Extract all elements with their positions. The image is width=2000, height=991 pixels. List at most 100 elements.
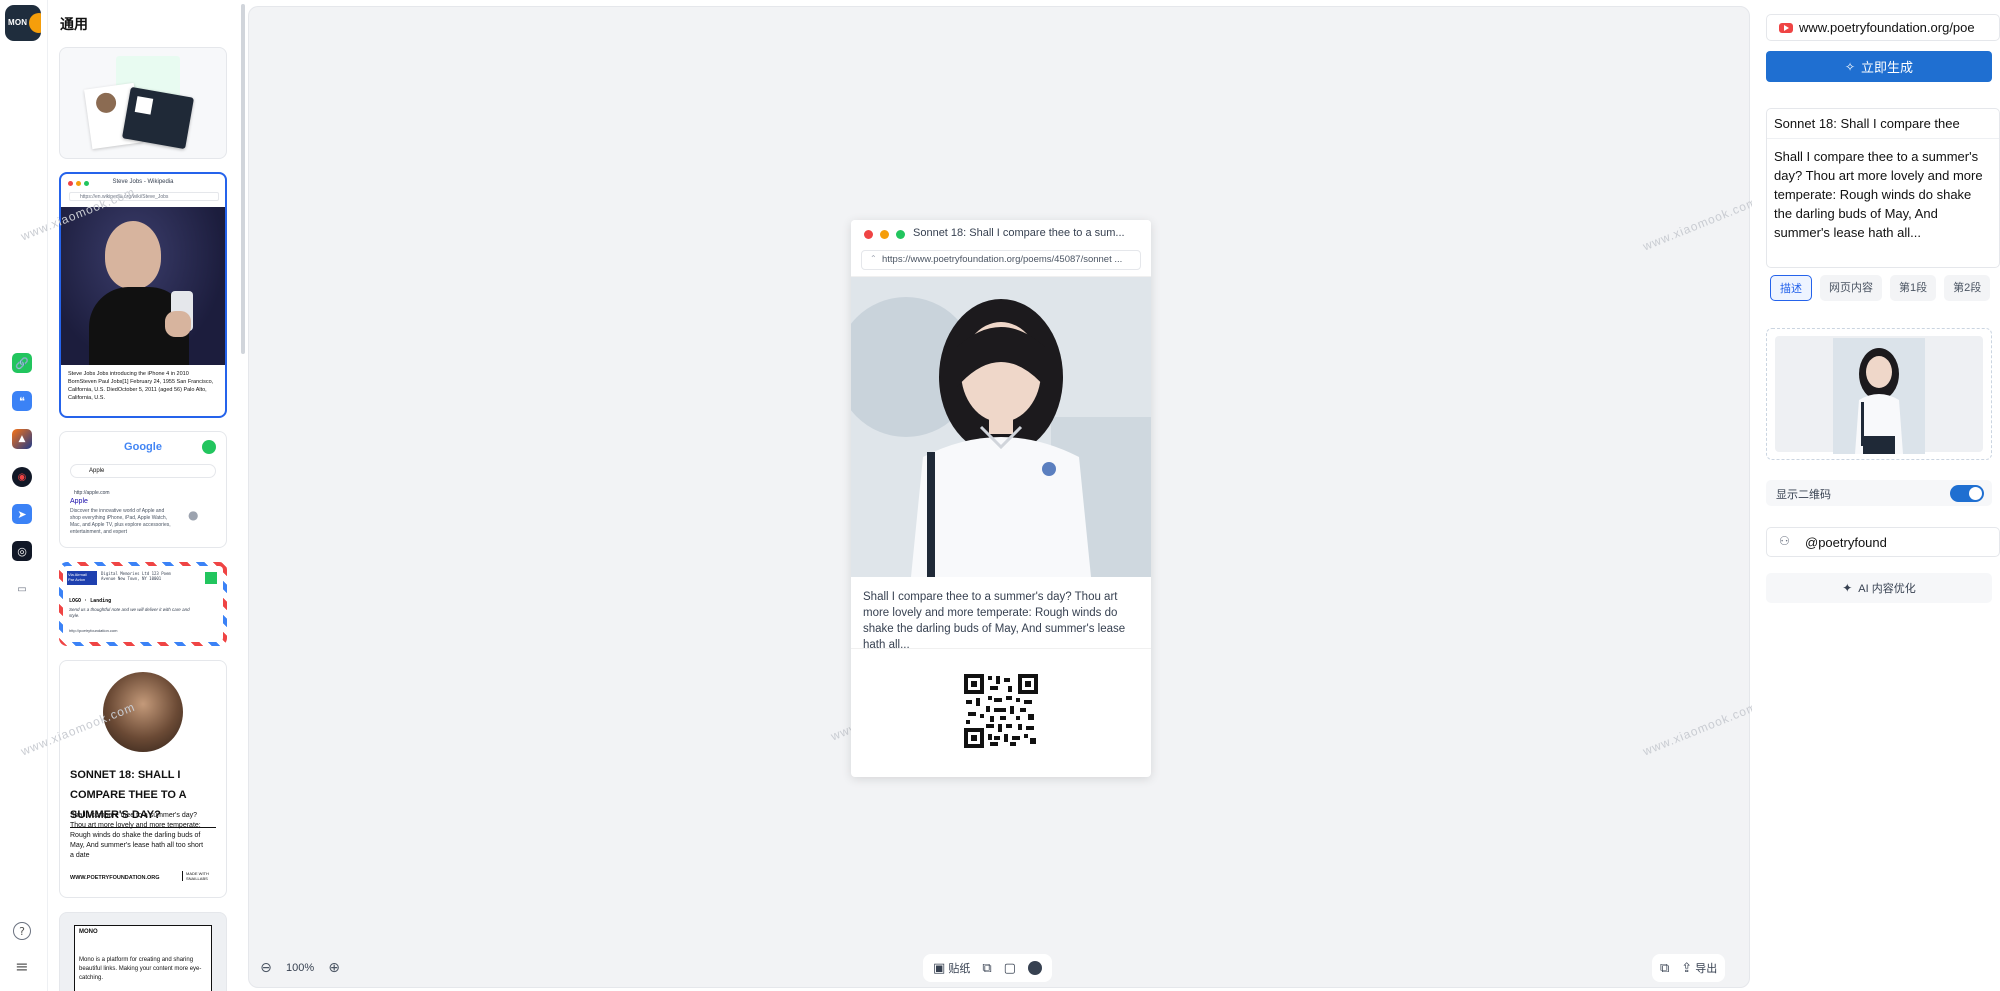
logo-text: MON [8, 18, 28, 27]
card-photo-jobs [61, 207, 225, 365]
content-tabs: 描述 网页内容 第1段 第2段 [1770, 275, 1991, 301]
thumbnail-image [1833, 338, 1925, 454]
card-caption: Steve Jobs Jobs introducing the iPhone 4… [68, 371, 214, 401]
preview-url-text: https://www.poetryfoundation.org/poems/4… [882, 254, 1123, 265]
card-mono-frame: MONO Mono is a platform for creating and… [74, 925, 212, 991]
tab-paragraph-1[interactable]: 第1段 [1890, 275, 1937, 301]
template-card-mono[interactable]: MONO Mono is a platform for creating and… [59, 912, 227, 991]
copy-icon[interactable]: ⧉ [1660, 961, 1669, 976]
ai-optimize-button[interactable]: ✦ AI 内容优化 [1766, 573, 1992, 603]
watermark: www.xiaomook.com [1640, 194, 1760, 254]
quote-icon[interactable]: ❝ [12, 391, 32, 411]
tab-page-content[interactable]: 网页内容 [1820, 275, 1882, 301]
tab-paragraph-2[interactable]: 第2段 [1944, 275, 1991, 301]
card-mono-body: Mono is a platform for creating and shar… [79, 957, 202, 981]
author-value: @poetryfound [1805, 535, 1887, 550]
settings-panel: www.poetryfoundation.org/poe ✧ 立即生成 Sonn… [1752, 0, 2000, 991]
sparkle-icon: ✦ [1842, 581, 1853, 595]
qr-code-icon [964, 674, 1038, 748]
sticker-icon: ▣ [933, 961, 946, 976]
card-sonnet-body: Shall I compare thee to a summer's day? … [70, 812, 204, 859]
minimize-dot [880, 230, 889, 239]
preview-url: ⌃ https://www.poetryfoundation.org/poems… [861, 250, 1141, 270]
card-layer-dark [121, 86, 195, 150]
author-input[interactable]: ⚇ @poetryfound [1766, 527, 2000, 557]
zoom-toolbar: ⊖ 100% ⊕ [256, 955, 344, 981]
card-airmail-addr: Digital Memories Ltd 123 Poem Avenue New… [101, 571, 171, 581]
image-upload-area[interactable] [1766, 328, 1992, 460]
tab-description[interactable]: 描述 [1770, 275, 1812, 301]
record-icon[interactable]: ◉ [12, 467, 32, 487]
toggle-icon[interactable]: ▭ [12, 579, 32, 599]
card-airmail-heading: LOGO · Landing [69, 598, 112, 604]
zoom-out-icon[interactable]: ⊖ [256, 958, 276, 978]
export-label: 导出 [1695, 963, 1718, 975]
show-qr-row: 显示二维码 [1766, 480, 1992, 506]
layers-icon[interactable]: ⧉ [982, 961, 991, 976]
app-logo[interactable]: MON [5, 5, 41, 41]
url-input-value: www.poetryfoundation.org/poe [1799, 20, 1975, 35]
template-panel: 通用 Steve Jobs - Wikipedia https://en.wik… [48, 0, 246, 991]
generate-label: 立即生成 [1861, 60, 1914, 75]
preview-card[interactable]: Sonnet 18: Shall I compare thee to a sum… [851, 220, 1151, 777]
card-result-url: http://apple.com [74, 490, 110, 496]
menu-icon[interactable]: ≡ [13, 957, 31, 976]
card-airmail-body: Send us a thoughtful note and we will de… [69, 607, 190, 618]
card-window-title: Steve Jobs - Wikipedia [112, 179, 174, 185]
card-badge-icon [202, 440, 216, 454]
template-card-stack[interactable] [59, 47, 227, 159]
card-sonnet-site: WWW.POETRYFOUNDATION.ORG [70, 875, 160, 881]
template-card-google[interactable]: Google Apple http://apple.com Apple Disc… [59, 431, 227, 548]
link-icon[interactable]: 🔗 [12, 353, 32, 373]
card-stamp-icon [205, 572, 217, 584]
paste-label: 贴纸 [948, 963, 971, 975]
zoom-level[interactable]: 100% [286, 962, 314, 974]
color-swatch[interactable] [1027, 961, 1042, 975]
app-root: MON 🔗 ❝ ▲ ◉ ➤ ◎ ▭ ? ≡ 通用 Steve Jobs - Wi… [0, 0, 2000, 991]
upload-icon: ⇪ [1681, 961, 1693, 976]
card-mono-logo: MONO [79, 929, 98, 935]
template-card-airmail[interactable]: Via Airmail Par Avion Digital Memories Lt… [59, 562, 227, 646]
lock-icon: ⌃ [870, 254, 877, 263]
template-scrollbar[interactable] [241, 4, 245, 354]
person-illustration [851, 277, 1151, 577]
preview-qr-section [851, 649, 1151, 775]
apple-icon: ● [188, 508, 199, 522]
export-toolbar: ⧉ ⇪ 导出 [1652, 954, 1726, 982]
camera-icon[interactable]: ◎ [12, 541, 32, 561]
paste-button[interactable]: ▣ 贴纸 [933, 960, 970, 976]
url-input[interactable]: www.poetryfoundation.org/poe [1766, 14, 2000, 41]
help-icon[interactable]: ? [13, 922, 31, 940]
content-editor[interactable]: Sonnet 18: Shall I compare thee Shall I … [1766, 108, 2000, 268]
card-result-title: Apple [70, 498, 88, 505]
description-textarea[interactable]: Shall I compare thee to a summer's day? … [1767, 139, 1999, 250]
telegram-icon[interactable]: ➤ [12, 504, 32, 524]
youtube-icon [1779, 23, 1793, 33]
card-airmail-tag: Via Airmail Par Avion [67, 571, 97, 585]
card-sonnet-badge: MADE WITH SNAILLABS [182, 871, 216, 881]
card-airmail-link: http://poetryfoundation.com [69, 628, 118, 633]
preview-window-header: Sonnet 18: Shall I compare thee to a sum… [851, 220, 1151, 277]
zoom-in-icon[interactable]: ⊕ [324, 958, 344, 978]
left-rail: MON 🔗 ❝ ▲ ◉ ➤ ◎ ▭ ? ≡ [0, 0, 48, 991]
image-thumbnail-bg [1775, 336, 1983, 454]
export-button[interactable]: ⇪ 导出 [1681, 960, 1717, 976]
preview-photo [851, 277, 1151, 577]
show-qr-toggle[interactable] [1950, 485, 1984, 502]
preview-title: Sonnet 18: Shall I compare thee to a sum… [913, 227, 1125, 239]
maximize-dot [896, 230, 905, 239]
magic-wand-icon: ✧ [1844, 59, 1856, 74]
frame-icon[interactable]: ▢ [1004, 961, 1016, 976]
generate-button[interactable]: ✧ 立即生成 [1766, 51, 1992, 82]
ai-optimize-label: AI 内容优化 [1858, 583, 1916, 595]
card-result-desc: Discover the innovative world of Apple a… [70, 508, 171, 535]
template-card-sonnet[interactable]: SONNET 18: SHALL I COMPARE THEE TO A SUM… [59, 660, 227, 898]
user-icon: ⚇ [1779, 534, 1790, 548]
image-icon[interactable]: ▲ [12, 429, 32, 449]
canvas-toolbar: ▣ 贴纸 ⧉ ▢ [923, 954, 1052, 982]
template-panel-title: 通用 [60, 16, 88, 32]
title-input[interactable]: Sonnet 18: Shall I compare thee [1767, 109, 1999, 139]
watermark: www.xiaomook.com [1640, 699, 1760, 759]
card-search-box: Apple [70, 464, 216, 478]
show-qr-label: 显示二维码 [1776, 489, 1831, 501]
